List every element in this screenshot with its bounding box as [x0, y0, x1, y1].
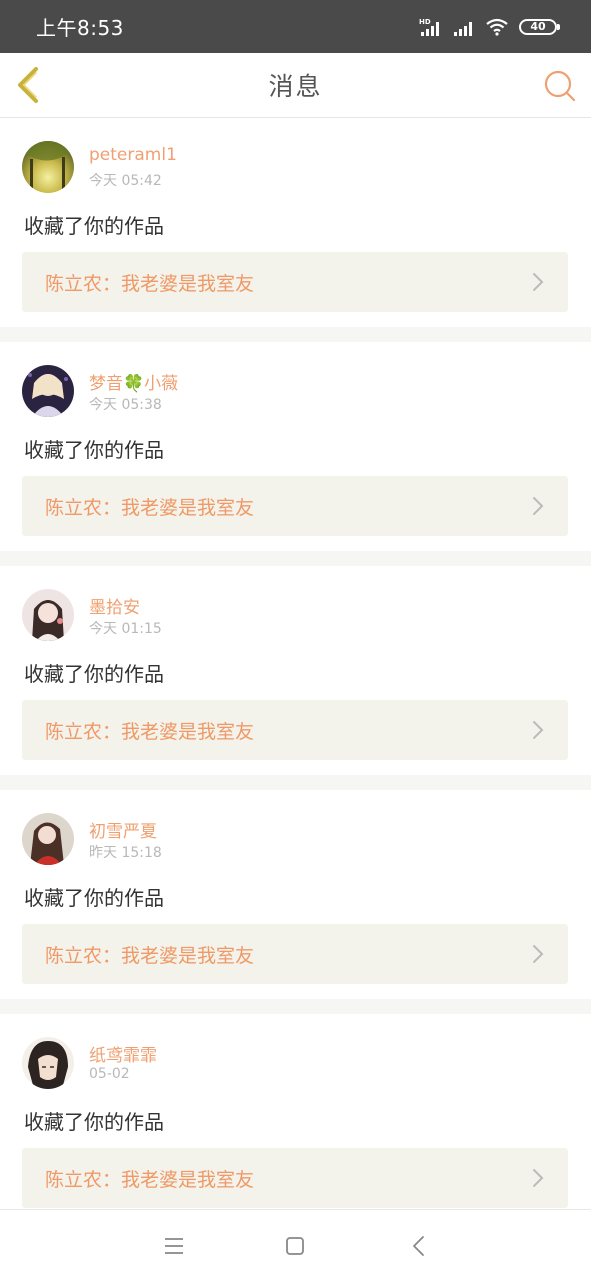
avatar[interactable]	[22, 141, 74, 193]
work-link[interactable]: 陈立农：我老婆是我室友	[22, 924, 568, 984]
work-link[interactable]: 陈立农：我老婆是我室友	[22, 252, 568, 312]
wifi-icon	[485, 17, 509, 37]
home-square-icon[interactable]	[283, 1234, 307, 1258]
work-link[interactable]: 陈立农：我老婆是我室友	[22, 476, 568, 536]
divider	[0, 327, 591, 342]
divider	[0, 775, 591, 790]
action-text: 收藏了你的作品	[24, 662, 164, 686]
action-text: 收藏了你的作品	[24, 886, 164, 910]
back-triangle-icon[interactable]	[407, 1234, 431, 1258]
avatar[interactable]	[22, 1037, 74, 1089]
action-text: 收藏了你的作品	[24, 214, 164, 238]
username[interactable]: 纸鸢霏霏	[89, 1041, 157, 1066]
divider	[0, 551, 591, 566]
chevron-left-icon	[18, 67, 38, 103]
search-icon	[544, 70, 576, 102]
work-title: 陈立农：我老婆是我室友	[45, 1168, 255, 1191]
work-title: 陈立农：我老婆是我室友	[45, 720, 255, 743]
timestamp: 昨天 15:18	[89, 845, 162, 861]
status-bar: 上午8:53 HD 40	[0, 0, 591, 53]
back-button[interactable]	[12, 65, 52, 105]
avatar[interactable]	[22, 813, 74, 865]
status-time: 上午8:53	[36, 16, 124, 40]
chevron-right-icon	[532, 944, 544, 964]
timestamp: 今天 01:15	[89, 621, 162, 637]
timestamp: 05-02	[89, 1066, 130, 1082]
work-title: 陈立农：我老婆是我室友	[45, 272, 255, 295]
work-title: 陈立农：我老婆是我室友	[45, 944, 255, 967]
avatar[interactable]	[22, 365, 74, 417]
message-card: peteraml1 今天 05:42 收藏了你的作品 陈立农：我老婆是我室友	[0, 118, 591, 327]
work-link[interactable]: 陈立农：我老婆是我室友	[22, 700, 568, 760]
username[interactable]: peteraml1	[89, 145, 177, 165]
username[interactable]: 初雪严夏	[89, 817, 157, 842]
hd-signal-icon: HD	[419, 17, 443, 37]
status-icons: HD 40	[419, 17, 560, 37]
timestamp: 今天 05:38	[89, 397, 162, 413]
message-card: 梦音🍀小薇 今天 05:38 收藏了你的作品 陈立农：我老婆是我室友	[0, 342, 591, 551]
chevron-right-icon	[532, 720, 544, 740]
chevron-right-icon	[532, 1168, 544, 1188]
header: 消息	[0, 53, 591, 118]
chevron-right-icon	[532, 496, 544, 516]
message-card: 墨拾安 今天 01:15 收藏了你的作品 陈立农：我老婆是我室友	[0, 566, 591, 775]
page-title: 消息	[268, 72, 323, 101]
signal-icon	[453, 17, 475, 37]
work-title: 陈立农：我老婆是我室友	[45, 496, 255, 519]
svg-text:HD: HD	[419, 18, 431, 26]
action-text: 收藏了你的作品	[24, 1110, 164, 1134]
divider	[0, 999, 591, 1014]
message-card: 初雪严夏 昨天 15:18 收藏了你的作品 陈立农：我老婆是我室友	[0, 790, 591, 999]
avatar[interactable]	[22, 589, 74, 641]
action-text: 收藏了你的作品	[24, 438, 164, 462]
chevron-right-icon	[532, 272, 544, 292]
username[interactable]: 梦音🍀小薇	[89, 369, 178, 394]
timestamp: 今天 05:42	[89, 173, 162, 189]
menu-icon[interactable]	[162, 1234, 186, 1258]
work-link[interactable]: 陈立农：我老婆是我室友	[22, 1148, 568, 1208]
search-button[interactable]	[543, 69, 577, 103]
message-list: peteraml1 今天 05:42 收藏了你的作品 陈立农：我老婆是我室友 梦…	[0, 118, 591, 1223]
battery-icon: 40	[519, 18, 560, 35]
system-nav-bar	[0, 1209, 591, 1280]
message-card: 纸鸢霏霏 05-02 收藏了你的作品 陈立农：我老婆是我室友	[0, 1014, 591, 1223]
username[interactable]: 墨拾安	[89, 593, 140, 618]
